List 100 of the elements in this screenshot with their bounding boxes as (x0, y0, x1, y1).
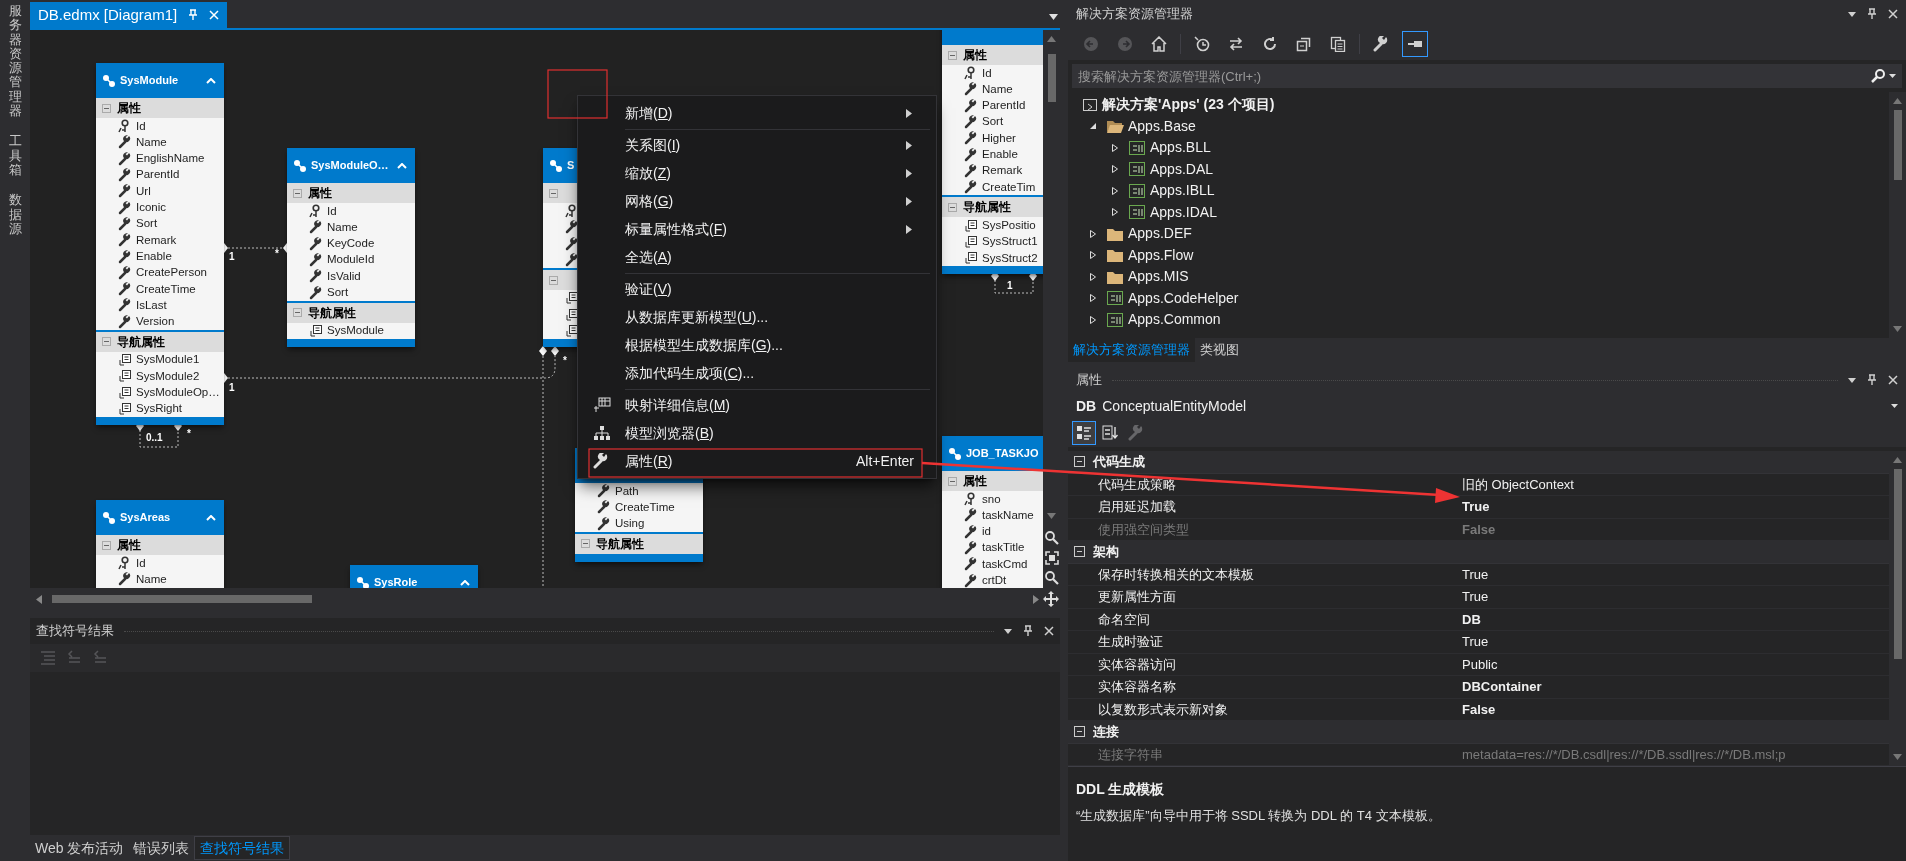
collapse-icon[interactable] (549, 275, 558, 285)
section-header[interactable]: 属性 (96, 535, 224, 555)
collapsed-arrow-icon[interactable] (1088, 293, 1098, 304)
collapsed-arrow-icon[interactable] (1088, 228, 1098, 239)
property-value[interactable]: True (1462, 632, 1489, 652)
scroll-up-icon[interactable] (1047, 36, 1056, 42)
move-icon[interactable] (1043, 591, 1059, 607)
side-tab[interactable]: 服务器资源管理器 (8, 4, 22, 119)
entity-property[interactable]: KeyCode (327, 235, 375, 253)
property-value[interactable]: False (1462, 699, 1496, 719)
toolbar-button[interactable] (1402, 31, 1428, 57)
object-selector[interactable]: DB ConceptualEntityModel (1068, 393, 1906, 419)
menu-item[interactable]: 网格(G) (578, 187, 936, 215)
property-value[interactable]: DBContainer (1462, 677, 1542, 697)
menu-item[interactable]: 新增(D) (578, 99, 936, 127)
entity-property[interactable]: Id (136, 117, 146, 135)
collapse-icon[interactable] (102, 540, 111, 550)
tree-item[interactable]: Apps.CodeHelper (1128, 287, 1239, 309)
menu-item[interactable]: 模型浏览器(B) (578, 419, 936, 447)
tree-item[interactable]: Apps.Base (1128, 115, 1196, 137)
collapsed-arrow-icon[interactable] (1110, 185, 1120, 196)
collapse-icon[interactable] (581, 539, 590, 549)
entity-property[interactable]: Enable (982, 146, 1018, 164)
property-name[interactable]: 实体容器访问 (1068, 654, 1462, 674)
property-name[interactable]: 生成时验证 (1068, 632, 1462, 652)
side-tab[interactable]: 数据源 (8, 193, 22, 237)
menu-item[interactable]: 从数据库更新模型(U)... (578, 303, 936, 331)
entity-property[interactable]: Url (136, 182, 151, 200)
section-header[interactable]: 导航属性 (287, 302, 415, 323)
scroll-thumb[interactable] (1893, 110, 1902, 180)
panel-tab[interactable]: 错误列表 (128, 836, 195, 860)
document-tab[interactable]: DB.edmx [Diagram1] (30, 2, 228, 28)
scroll-up-icon[interactable] (1893, 98, 1902, 104)
collapse-icon[interactable] (102, 103, 111, 113)
entity-box[interactable]: JOB_TASKJO 属性 sno taskName id taskTitle taskCmd crtDt (942, 436, 1043, 588)
zoom-in-icon[interactable] (1044, 531, 1059, 545)
scroll-thumb[interactable] (1047, 54, 1056, 102)
pin-icon[interactable] (1022, 625, 1034, 637)
dropdown-icon[interactable] (1848, 11, 1856, 17)
entity-property[interactable]: Enable (136, 247, 172, 266)
menu-item[interactable]: 关系图(I) (578, 131, 936, 159)
entity-property[interactable]: Name (136, 133, 167, 152)
scroll-up-icon[interactable] (1893, 457, 1902, 463)
menu-item[interactable]: 标量属性格式(F) (578, 215, 936, 243)
collapsed-arrow-icon[interactable] (1088, 271, 1098, 282)
collapse-icon[interactable] (948, 202, 957, 212)
menu-item[interactable]: 全选(A) (578, 243, 936, 271)
entity-property[interactable]: Remark (136, 231, 177, 249)
entity-property[interactable]: Id (982, 64, 992, 82)
entity-property[interactable]: Name (982, 80, 1013, 99)
property-name[interactable]: 启用延迟加载 (1068, 497, 1462, 517)
tree-item[interactable]: Apps.IBLL (1150, 180, 1215, 202)
entity-box[interactable]: SysModule 属性 Id Name EnglishName ParentId Url Iconic Sort Remark Enable CreatePerson CreateTime IsLast Version 导航属性 SysModule1 SysModule2 SysModuleOp… SysRight (96, 63, 224, 426)
entity-property[interactable]: ModuleId (327, 251, 375, 269)
scroll-down-icon[interactable] (1893, 326, 1902, 332)
entity-property[interactable]: sno (982, 490, 1001, 508)
section-header[interactable]: 属性 (942, 45, 1043, 65)
tree-item[interactable]: Apps.Common (1128, 309, 1221, 331)
entity-property[interactable]: Id (327, 202, 337, 220)
panel-tab[interactable]: 类视图 (1195, 338, 1244, 362)
property-name[interactable]: 实体容器名称 (1068, 677, 1462, 697)
dropdown-icon[interactable] (1004, 628, 1012, 634)
entity-property[interactable]: Name (136, 570, 167, 588)
scroll-left-icon[interactable] (36, 594, 42, 604)
collapse-icon[interactable] (1074, 456, 1085, 468)
scroll-down-icon[interactable] (1047, 513, 1056, 519)
entity-property[interactable]: SysPositio (982, 216, 1036, 235)
entity-property[interactable]: SysStruct1 (982, 233, 1038, 251)
entity-box[interactable]: SysRole (350, 565, 478, 588)
entity-property[interactable]: crtDt (982, 572, 1007, 588)
entity-property[interactable]: Sort (327, 284, 349, 302)
dropdown-icon[interactable] (1889, 74, 1896, 78)
property-name[interactable]: 更新属性方面 (1068, 587, 1462, 607)
toolbar-button[interactable] (1072, 421, 1096, 445)
entity-property[interactable]: Higher (982, 129, 1016, 147)
section-header[interactable]: 属性 (287, 183, 415, 203)
tree-item[interactable]: Apps.DAL (1150, 158, 1214, 180)
menu-item[interactable]: 添加代码生成项(C)... (578, 359, 936, 387)
entity-property[interactable]: ParentId (136, 166, 180, 184)
property-value[interactable]: DB (1462, 609, 1481, 629)
entity-property[interactable]: CreateTim (982, 178, 1036, 196)
entity-property[interactable]: Name (327, 218, 358, 237)
zoom-to-fit-icon[interactable] (1044, 551, 1059, 565)
entity-property[interactable]: taskName (982, 506, 1034, 525)
property-value[interactable]: True (1462, 497, 1490, 517)
tree-item[interactable]: Apps.IDAL (1150, 201, 1217, 223)
entity-property[interactable]: IsValid (327, 267, 361, 285)
collapse-icon[interactable] (948, 476, 957, 486)
section-header[interactable]: 导航属性 (575, 533, 703, 554)
entity-box[interactable]: 属性 Id Name ParentId Sort Higher Enable Remark CreateTim 导航属性 SysPositio SysStruct1 SysStruct2 (942, 30, 1043, 275)
menu-item[interactable]: 根据模型生成数据库(G)... (578, 331, 936, 359)
panel-tab[interactable]: 查找符号结果 (194, 836, 291, 860)
panel-tab[interactable]: 解决方案资源管理器 (1068, 338, 1195, 362)
scroll-thumb[interactable] (52, 595, 312, 603)
dropdown-icon[interactable] (1848, 377, 1856, 383)
dropdown-icon[interactable] (1891, 404, 1898, 408)
scroll-thumb[interactable] (1893, 469, 1902, 659)
scroll-down-icon[interactable] (1893, 754, 1902, 760)
collapsed-arrow-icon[interactable] (1110, 164, 1120, 175)
property-value[interactable]: True (1462, 564, 1489, 584)
